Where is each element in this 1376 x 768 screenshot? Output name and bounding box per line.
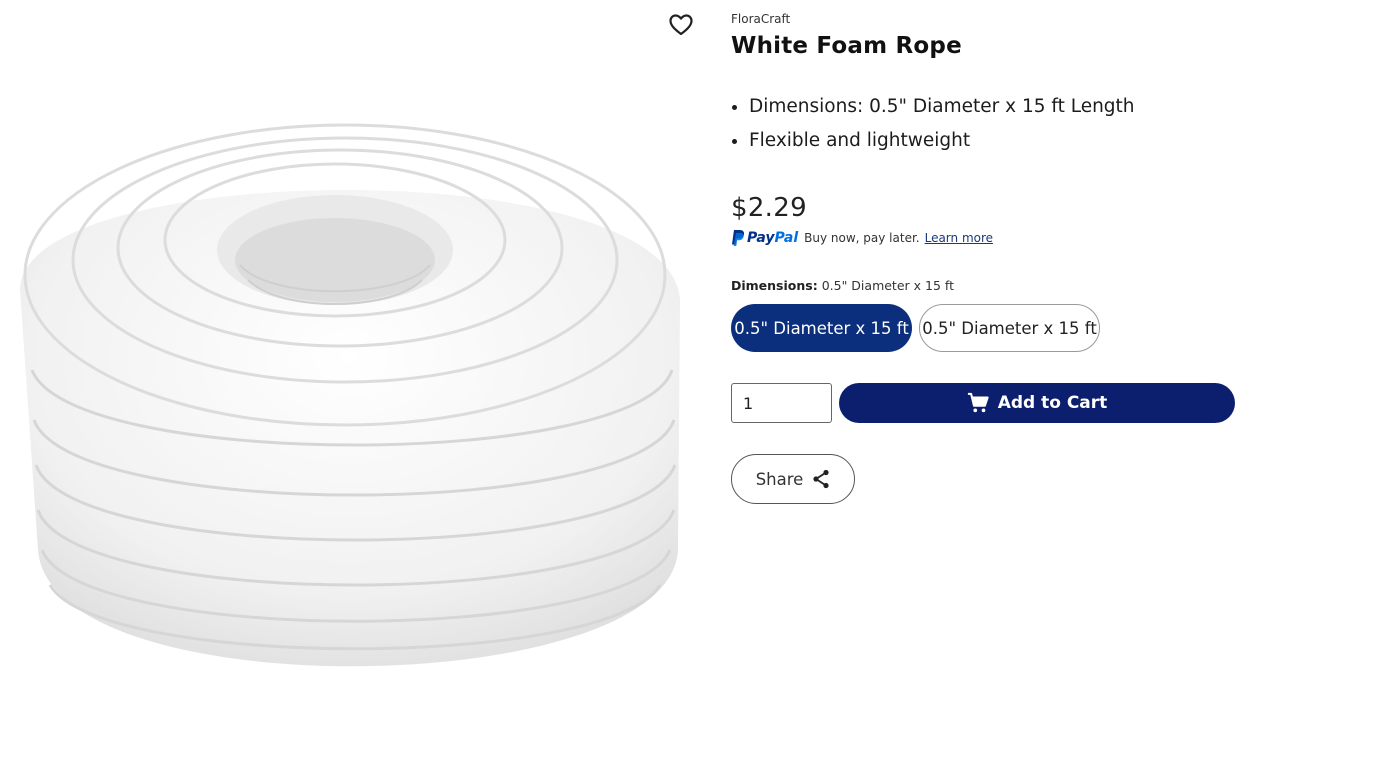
quantity-input[interactable] (731, 383, 832, 423)
dimensions-label-key: Dimensions: (731, 278, 818, 293)
paypal-learn-more-link[interactable]: Learn more (925, 231, 993, 245)
share-button[interactable]: Share (731, 454, 855, 504)
add-to-cart-button[interactable]: Add to Cart (839, 383, 1235, 423)
add-to-cart-label: Add to Cart (997, 393, 1108, 413)
brand-name: FloraCraft (731, 12, 791, 26)
product-image-panel (0, 0, 705, 768)
paypal-logo-pay: Pay (747, 230, 775, 246)
dimension-option-selected[interactable]: 0.5" Diameter x 15 ft (731, 304, 912, 352)
wishlist-button[interactable] (666, 10, 696, 40)
heart-outline-icon (669, 14, 693, 36)
paypal-message: Buy now, pay later. (804, 231, 920, 245)
paypal-p-icon (732, 230, 745, 246)
product-title: White Foam Rope (731, 33, 962, 59)
paypal-pay-later: PayPal Buy now, pay later. Learn more (731, 229, 993, 247)
feature-list: Dimensions: 0.5" Diameter x 15 ft Length… (749, 93, 1135, 161)
product-price: $2.29 (731, 193, 807, 223)
cart-icon (967, 392, 989, 414)
share-icon (812, 469, 830, 489)
feature-item: Flexible and lightweight (749, 127, 1135, 161)
product-image (20, 123, 680, 667)
share-label: Share (755, 469, 804, 489)
dimensions-label: Dimensions: 0.5" Diameter x 15 ft (731, 278, 954, 293)
dimension-option[interactable]: 0.5" Diameter x 15 ft (919, 304, 1100, 352)
paypal-logo: PayPal (731, 229, 798, 247)
dimensions-selected-value: 0.5" Diameter x 15 ft (821, 278, 954, 293)
paypal-logo-pal: Pal (774, 230, 799, 246)
feature-item: Dimensions: 0.5" Diameter x 15 ft Length (749, 93, 1135, 127)
